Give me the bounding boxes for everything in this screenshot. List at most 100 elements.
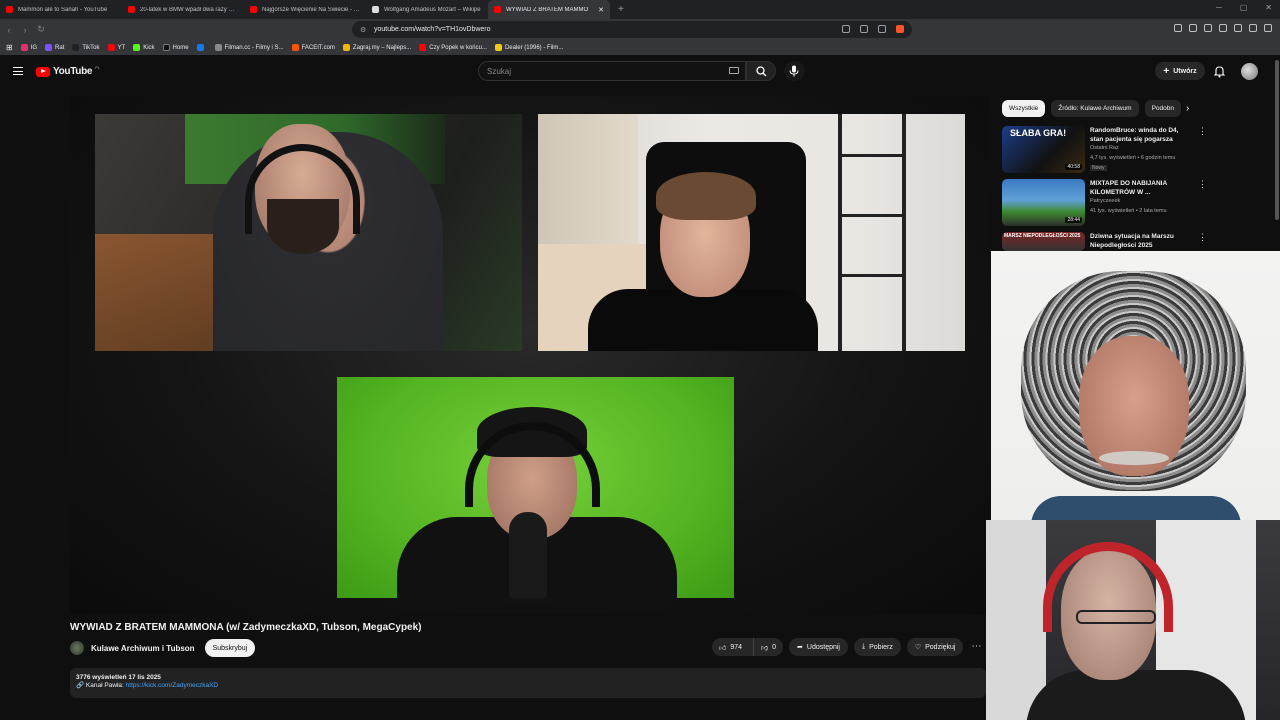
person-body: [1026, 670, 1246, 720]
close-window-icon[interactable]: ✕: [1265, 3, 1272, 12]
extension-icon[interactable]: [1234, 24, 1242, 32]
back-icon[interactable]: ‹: [2, 25, 16, 35]
youtube-favicon-icon: [250, 6, 257, 13]
notifications-bell-icon[interactable]: [1214, 65, 1225, 78]
more-options-icon[interactable]: ⋮: [1198, 127, 1207, 136]
cast-icon[interactable]: [842, 25, 850, 33]
chip-all[interactable]: Wszystkie: [1002, 100, 1046, 117]
voice-search-button[interactable]: [784, 61, 805, 81]
more-options-icon[interactable]: ⋮: [1198, 233, 1207, 242]
browser-tab[interactable]: Najgorsze Więcienie Na Świecie - Yo: [244, 0, 366, 19]
extension-icon[interactable]: [1189, 24, 1197, 32]
bookmark-item[interactable]: Filman.cc - Filmy i S...: [214, 44, 284, 51]
tab-label: 20-latek w BMW wpadł dwa razy w jed: [140, 6, 238, 13]
bookmark-label: Zagraj.my – Najleps...: [352, 44, 412, 51]
share-button[interactable]: ➦ Udostępnij: [789, 638, 848, 656]
search-button[interactable]: [746, 61, 776, 81]
channel-name[interactable]: Ostatni Raz: [1090, 145, 1119, 151]
bookmark-label: Dealer (1996) - Film...: [504, 44, 564, 51]
create-button[interactable]: + Utwórz: [1155, 62, 1205, 80]
chip-similar[interactable]: Podobn: [1144, 100, 1182, 117]
kick-link[interactable]: https://kick.com/ZadymeczkaXD: [126, 682, 218, 689]
bookmark-favicon-icon: [342, 44, 350, 51]
forward-icon[interactable]: ›: [18, 25, 32, 35]
share-page-icon[interactable]: [860, 25, 868, 33]
video-title: Dziwna sytuacja na Marszu Niepodległości…: [1090, 233, 1174, 249]
download-label: Pobierz: [869, 643, 893, 651]
bookmark-favicon-icon: [494, 44, 502, 51]
scrollbar[interactable]: [1275, 60, 1279, 220]
close-tab-icon[interactable]: ✕: [598, 6, 604, 14]
browser-tab[interactable]: 20-latek w BMW wpadł dwa razy w jed: [122, 0, 244, 19]
youtube-favicon-icon: [128, 6, 135, 13]
bookmark-star-icon[interactable]: [878, 25, 886, 33]
recommended-video[interactable]: 28:44 MIXTAPE DO NABIJANIA KILOMETRÓW W …: [1002, 179, 1207, 227]
extension-icon[interactable]: [1204, 24, 1212, 32]
subscribe-button[interactable]: Subskrybuj: [204, 639, 256, 657]
browser-tab[interactable]: Wolfgang Amadeus Mozart – Wikipe: [366, 0, 488, 19]
bookmark-favicon-icon: [419, 44, 427, 51]
bookmark-favicon-icon: [72, 44, 80, 51]
search-placeholder: Szukaj: [487, 66, 512, 76]
chevron-right-icon[interactable]: ›: [1186, 103, 1189, 114]
new-badge: Nowy: [1090, 165, 1107, 171]
new-tab-button[interactable]: +: [618, 4, 624, 15]
download-icon: ⤓: [861, 643, 866, 650]
channel-avatar[interactable]: [70, 641, 84, 655]
bookmark-item[interactable]: Home: [162, 44, 189, 51]
curtain: [986, 520, 1046, 720]
account-avatar[interactable]: [1241, 63, 1258, 80]
minimize-icon[interactable]: ─: [1216, 3, 1222, 12]
bookmark-item[interactable]: Zagraj.my – Najleps...: [342, 44, 412, 51]
site-info-icon[interactable]: ⚙: [360, 26, 369, 34]
video-description[interactable]: 3776 wyświetleń 17 lis 2025 🔗 Kanał Pawł…: [70, 668, 986, 698]
video-thumbnail[interactable]: 28:44: [1002, 179, 1085, 226]
chip-source[interactable]: Źródło: Kulawe Archiwum: [1051, 100, 1139, 117]
bookmark-item[interactable]: Dealer (1996) - Film...: [494, 44, 564, 51]
browser-tab[interactable]: Mammon ale to Sanah - YouTube: [0, 0, 122, 19]
apps-grid-icon[interactable]: ⊞: [6, 43, 13, 52]
video-thumbnail[interactable]: MARSZ NIEPODLEGŁOŚCI 2025: [1002, 232, 1085, 251]
bookmark-item[interactable]: TikTok: [72, 44, 100, 51]
bookmark-item[interactable]: IG: [20, 44, 37, 51]
video-player[interactable]: [70, 96, 989, 614]
brave-shield-icon[interactable]: [896, 25, 904, 33]
bookmark-item[interactable]: Czy Popek w końcu...: [419, 44, 487, 51]
bookmark-item[interactable]: FACEIT.com: [291, 44, 335, 51]
more-actions-icon[interactable]: ⋯: [969, 638, 983, 656]
bookmark-item[interactable]: Kick: [133, 44, 155, 51]
video-thumbnail[interactable]: SŁABA GRA! 40:58: [1002, 126, 1085, 173]
bookmark-item[interactable]: [196, 44, 207, 51]
bookmark-favicon-icon: [214, 44, 222, 51]
menu-icon[interactable]: [13, 67, 23, 75]
extension-icon[interactable]: [1249, 24, 1257, 32]
person-hair: [656, 172, 756, 220]
bookmark-label: Czy Popek w końcu...: [429, 44, 487, 51]
address-bar[interactable]: ⚙ youtube.com/watch?v=TH1ovDbwero: [352, 21, 912, 38]
extension-icon[interactable]: [1219, 24, 1227, 32]
webcam-feed-2: [538, 114, 965, 351]
keyboard-icon[interactable]: [729, 67, 739, 74]
channel-name[interactable]: Kulawe Archiwum i Tubson: [91, 644, 195, 653]
bookmark-item[interactable]: YT: [107, 44, 125, 51]
bookmark-item[interactable]: Rat: [45, 44, 64, 51]
extension-icon[interactable]: [1174, 24, 1182, 32]
microphone: [509, 512, 547, 598]
youtube-logo[interactable]: YouTube PL: [36, 65, 100, 77]
thanks-button[interactable]: ♡ Podziękuj: [906, 638, 964, 656]
bookmark-label: Home: [172, 44, 189, 51]
dislike-button[interactable]: 👎︎ 0: [753, 638, 783, 656]
reload-icon[interactable]: ↻: [34, 24, 48, 35]
search-input[interactable]: Szukaj: [478, 61, 746, 81]
recommended-video[interactable]: SŁABA GRA! 40:58 RandomBruce: winda do D…: [1002, 126, 1207, 174]
person-shirt: [588, 289, 818, 351]
browser-tab-active[interactable]: WYWIAD Z BRATEM MAMMO ✕: [488, 0, 610, 19]
download-button[interactable]: ⤓ Pobierz: [853, 638, 901, 656]
like-button[interactable]: 👍︎ 974: [712, 638, 749, 656]
bookmark-label: Rat: [55, 44, 65, 51]
menu-icon[interactable]: [1264, 24, 1272, 32]
maximize-icon[interactable]: ▢: [1240, 3, 1248, 12]
more-options-icon[interactable]: ⋮: [1198, 180, 1207, 189]
youtube-play-icon: [36, 66, 50, 77]
channel-name[interactable]: Patryczeeek: [1090, 198, 1120, 204]
